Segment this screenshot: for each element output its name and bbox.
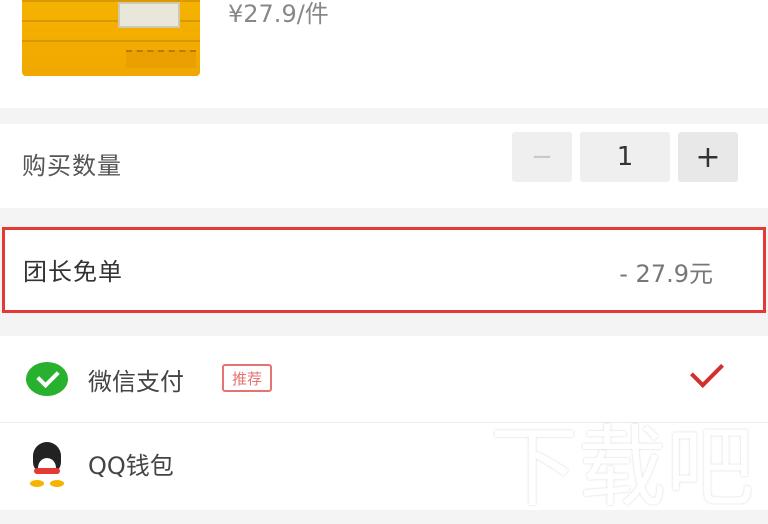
quantity-value[interactable]: 1 <box>580 132 670 182</box>
product-summary: ¥27.9/件 <box>0 0 768 108</box>
quantity-row: 购买数量 − 1 + <box>0 124 768 208</box>
watermark: 下载吧 <box>489 416 754 519</box>
payment-option-label: 微信支付 <box>88 368 184 396</box>
payment-option-label: QQ钱包 <box>88 452 174 480</box>
group-leader-free-row: 团长免单 - 27.9元 <box>2 227 766 313</box>
quantity-stepper: − 1 + <box>512 132 738 182</box>
wechat-pay-icon <box>26 362 68 396</box>
group-leader-free-label: 团长免单 <box>23 258 123 286</box>
qq-penguin-icon <box>28 442 66 488</box>
recommended-badge: 推荐 <box>222 364 273 392</box>
checkmark-icon <box>690 354 724 388</box>
discount-amount: - 27.9元 <box>619 260 713 288</box>
quantity-label: 购买数量 <box>22 152 122 180</box>
decrease-button[interactable]: − <box>512 132 572 182</box>
product-price: ¥27.9/件 <box>228 0 329 28</box>
increase-button[interactable]: + <box>678 132 738 182</box>
product-image <box>22 0 200 76</box>
